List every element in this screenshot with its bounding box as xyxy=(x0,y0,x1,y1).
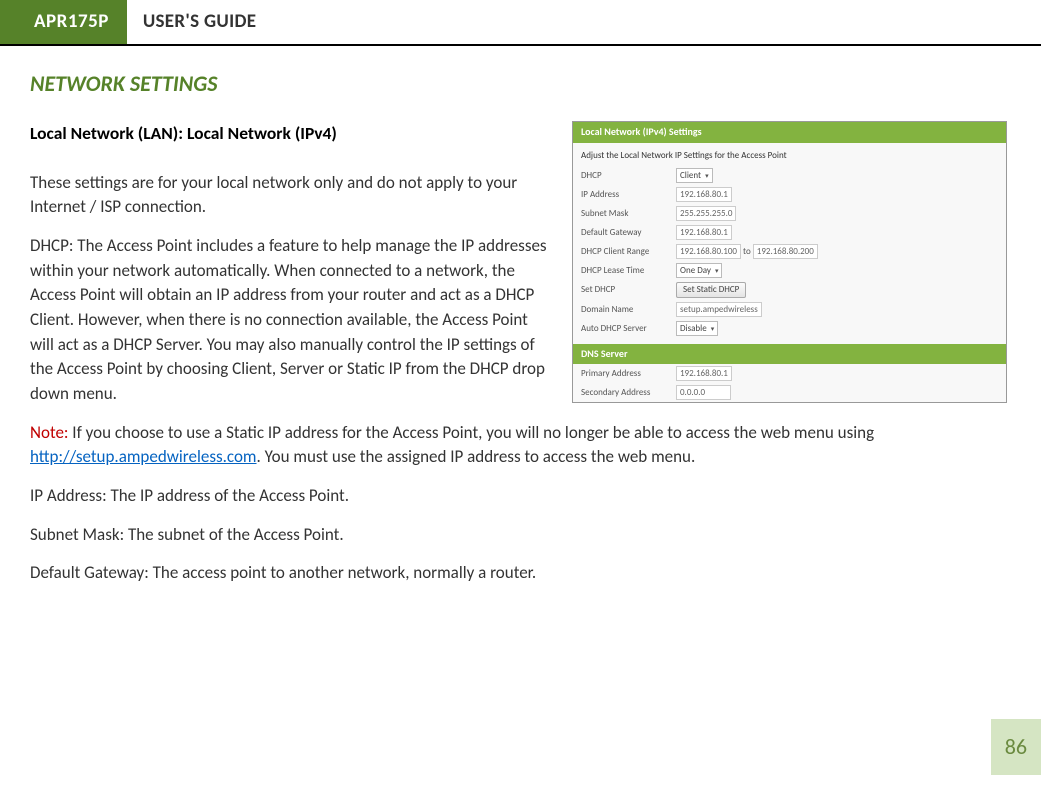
table-row: IP Address 192.168.80.1 xyxy=(573,185,1006,204)
note-text-b: . You must use the assigned IP address t… xyxy=(257,446,696,467)
screenshot-figure: Local Network (IPv4) Settings Adjust the… xyxy=(572,121,1007,403)
auto-dhcp-select[interactable]: Disable▾ xyxy=(676,321,718,336)
row-label: IP Address xyxy=(573,185,668,204)
chevron-down-icon: ▾ xyxy=(715,264,719,277)
row-label: Auto DHCP Server xyxy=(573,319,668,338)
page-content: NETWORK SETTINGS Local Network (IPv4) Se… xyxy=(0,68,1041,600)
doc-header: APR175P USER'S GUIDE xyxy=(0,0,1041,46)
chevron-down-icon: ▾ xyxy=(711,322,715,335)
table-row: Domain Name setup.ampedwireless xyxy=(573,300,1006,319)
table-row: Secondary Address 0.0.0.0 xyxy=(573,383,1006,402)
set-static-dhcp-button[interactable]: Set Static DHCP xyxy=(676,282,746,298)
model-badge: APR175P xyxy=(0,0,127,44)
row-label: DHCP Lease Time xyxy=(573,261,668,280)
row-label: Secondary Address xyxy=(573,383,668,402)
paragraph-note: Note: If you choose to use a Static IP a… xyxy=(30,421,1007,470)
table-row: Default Gateway 192.168.80.1 xyxy=(573,223,1006,242)
secondary-dns-input[interactable]: 0.0.0.0 xyxy=(676,385,731,400)
figure-header-local-network: Local Network (IPv4) Settings xyxy=(573,122,1006,143)
row-label: DHCP Client Range xyxy=(573,242,668,261)
dhcp-select[interactable]: Client▾ xyxy=(676,168,713,183)
table-row: DHCP Client▾ xyxy=(573,166,1006,185)
row-label: Subnet Mask xyxy=(573,204,668,223)
table-row: Subnet Mask 255.255.255.0 xyxy=(573,204,1006,223)
paragraph-gateway: Default Gateway: The access point to ano… xyxy=(30,561,1007,586)
row-label: Set DHCP xyxy=(573,280,668,300)
table-row: DHCP Client Range 192.168.80.100 to 192.… xyxy=(573,242,1006,261)
note-text-a: If you choose to use a Static IP address… xyxy=(68,422,874,443)
paragraph-ip-address: IP Address: The IP address of the Access… xyxy=(30,484,1007,509)
row-label: Domain Name xyxy=(573,300,668,319)
table-row: Auto DHCP Server Disable▾ xyxy=(573,319,1006,338)
figure-header-dns: DNS Server xyxy=(573,344,1006,365)
dhcp-range-from-input[interactable]: 192.168.80.100 xyxy=(676,244,741,259)
page-number: 86 xyxy=(991,719,1041,775)
subnet-mask-input[interactable]: 255.255.255.0 xyxy=(676,206,736,221)
table-row: Primary Address 192.168.80.1 xyxy=(573,364,1006,383)
chevron-down-icon: ▾ xyxy=(705,169,709,182)
table-row: Set DHCP Set Static DHCP xyxy=(573,280,1006,300)
doc-title: USER'S GUIDE xyxy=(127,0,272,44)
primary-dns-input[interactable]: 192.168.80.1 xyxy=(676,366,732,381)
row-label: Primary Address xyxy=(573,364,668,383)
note-label: Note: xyxy=(30,422,68,443)
lease-time-select[interactable]: One Day▾ xyxy=(676,263,722,278)
default-gateway-input[interactable]: 192.168.80.1 xyxy=(676,225,732,240)
paragraph-subnet: Subnet Mask: The subnet of the Access Po… xyxy=(30,523,1007,548)
domain-name-input[interactable]: setup.ampedwireless xyxy=(676,302,762,317)
row-label: Default Gateway xyxy=(573,223,668,242)
figure-subtext: Adjust the Local Network IP Settings for… xyxy=(573,143,1006,166)
row-label: DHCP xyxy=(573,166,668,185)
figure-settings-table: DHCP Client▾ IP Address 192.168.80.1 Sub… xyxy=(573,166,1006,338)
section-title: NETWORK SETTINGS xyxy=(30,68,1007,100)
table-row: DHCP Lease Time One Day▾ xyxy=(573,261,1006,280)
ip-address-input[interactable]: 192.168.80.1 xyxy=(676,187,732,202)
dhcp-range-to-input[interactable]: 192.168.80.200 xyxy=(753,244,818,259)
figure-dns-table: Primary Address 192.168.80.1 Secondary A… xyxy=(573,364,1006,402)
setup-url-link[interactable]: http://setup.ampedwireless.com xyxy=(30,446,257,467)
range-to-label: to xyxy=(743,246,751,257)
